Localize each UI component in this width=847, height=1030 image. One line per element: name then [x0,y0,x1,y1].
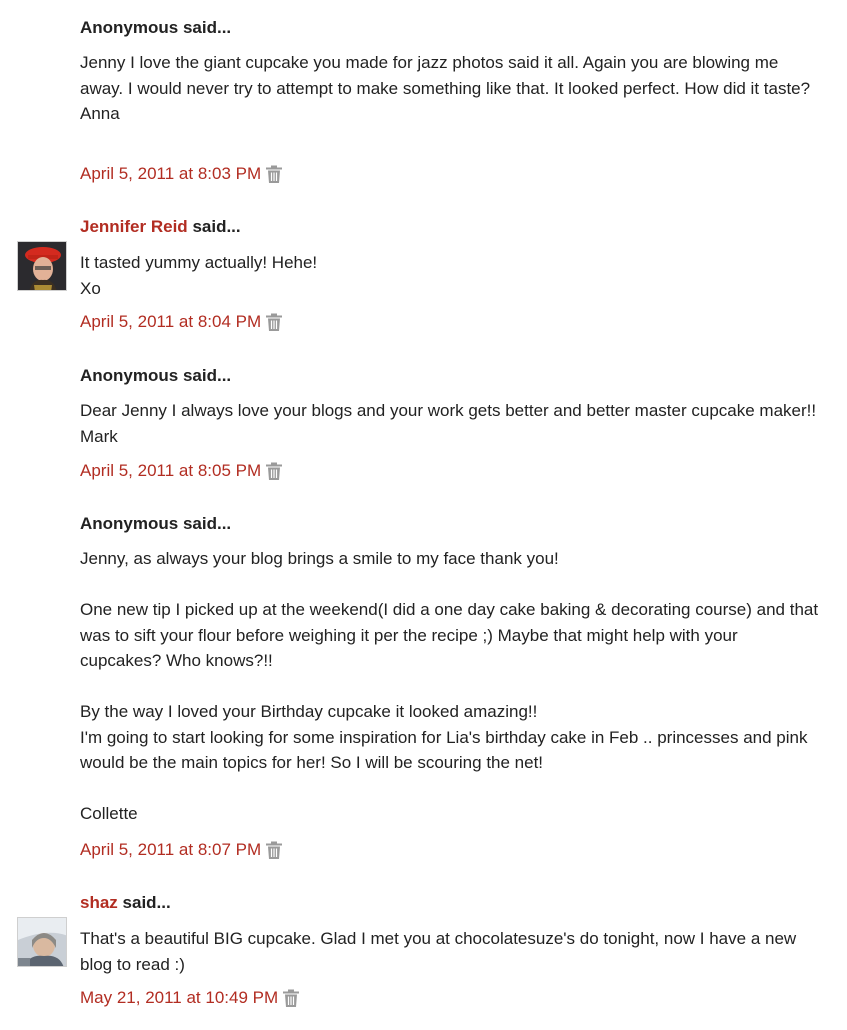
comment-text: It tasted yummy actually! Hehe! [80,253,318,272]
comment-text: One new tip I picked up at the weekend(I… [80,600,819,670]
trash-icon[interactable] [265,164,283,184]
comment-text: I'm going to start looking for some insp… [80,727,808,773]
comment-text: Dear Jenny I always love your blogs and … [80,401,817,446]
said-label: said... [182,366,232,385]
comment-text: Collette [80,804,138,823]
author-name: Anonymous [80,514,179,533]
comment-body: It tasted yummy actually! Hehe! Xo [80,250,820,301]
comment-text: That's a beautiful BIG cupcake. Glad I m… [80,929,797,974]
comment-footer: April 5, 2011 at 8:05 PM [80,459,283,483]
comment-author: Anonymous said... [80,365,231,387]
said-label: said... [122,893,171,912]
comment-footer: April 5, 2011 at 8:07 PM [80,838,283,862]
said-label: said... [182,18,232,37]
comment-author: Anonymous said... [80,17,231,39]
author-name: Anonymous [80,366,179,385]
comment-timestamp-link[interactable]: May 21, 2011 at 10:49 PM [80,987,278,1009]
comment-text: Anna [80,104,120,123]
comment-body: Jenny, as always your blog brings a smil… [80,546,820,827]
said-label: said... [182,514,232,533]
author-profile-link[interactable]: Jennifer Reid [80,217,188,236]
comment-author: Anonymous said... [80,513,231,535]
author-name: Anonymous [80,18,179,37]
trash-icon[interactable] [265,840,283,860]
trash-icon[interactable] [282,988,300,1008]
comment-text: Xo [80,278,101,298]
trash-icon[interactable] [265,461,283,481]
comment-footer: April 5, 2011 at 8:03 PM [80,162,283,186]
said-label: said... [192,217,241,236]
comment-body: Jenny I love the giant cupcake you made … [80,50,820,127]
trash-icon[interactable] [265,312,283,332]
comment-timestamp-link[interactable]: April 5, 2011 at 8:05 PM [80,460,261,482]
comment-timestamp-link[interactable]: April 5, 2011 at 8:04 PM [80,311,261,333]
comment-author: shaz said... [80,892,171,914]
author-profile-link[interactable]: shaz [80,893,118,912]
comment-footer: April 5, 2011 at 8:04 PM [80,310,283,334]
avatar[interactable] [17,241,67,291]
comment-author: Jennifer Reid said... [80,216,241,238]
comment-timestamp-link[interactable]: April 5, 2011 at 8:03 PM [80,163,261,185]
comment-text: Jenny I love the giant cupcake you made … [80,53,811,98]
comment-body: Dear Jenny I always love your blogs and … [80,398,820,449]
comment-body: That's a beautiful BIG cupcake. Glad I m… [80,926,820,977]
comment-timestamp-link[interactable]: April 5, 2011 at 8:07 PM [80,839,261,861]
comment-footer: May 21, 2011 at 10:49 PM [80,986,300,1010]
comment-text: Jenny, as always your blog brings a smil… [80,549,559,568]
avatar[interactable] [17,917,67,967]
comment-text: By the way I loved your Birthday cupcake… [80,702,538,721]
